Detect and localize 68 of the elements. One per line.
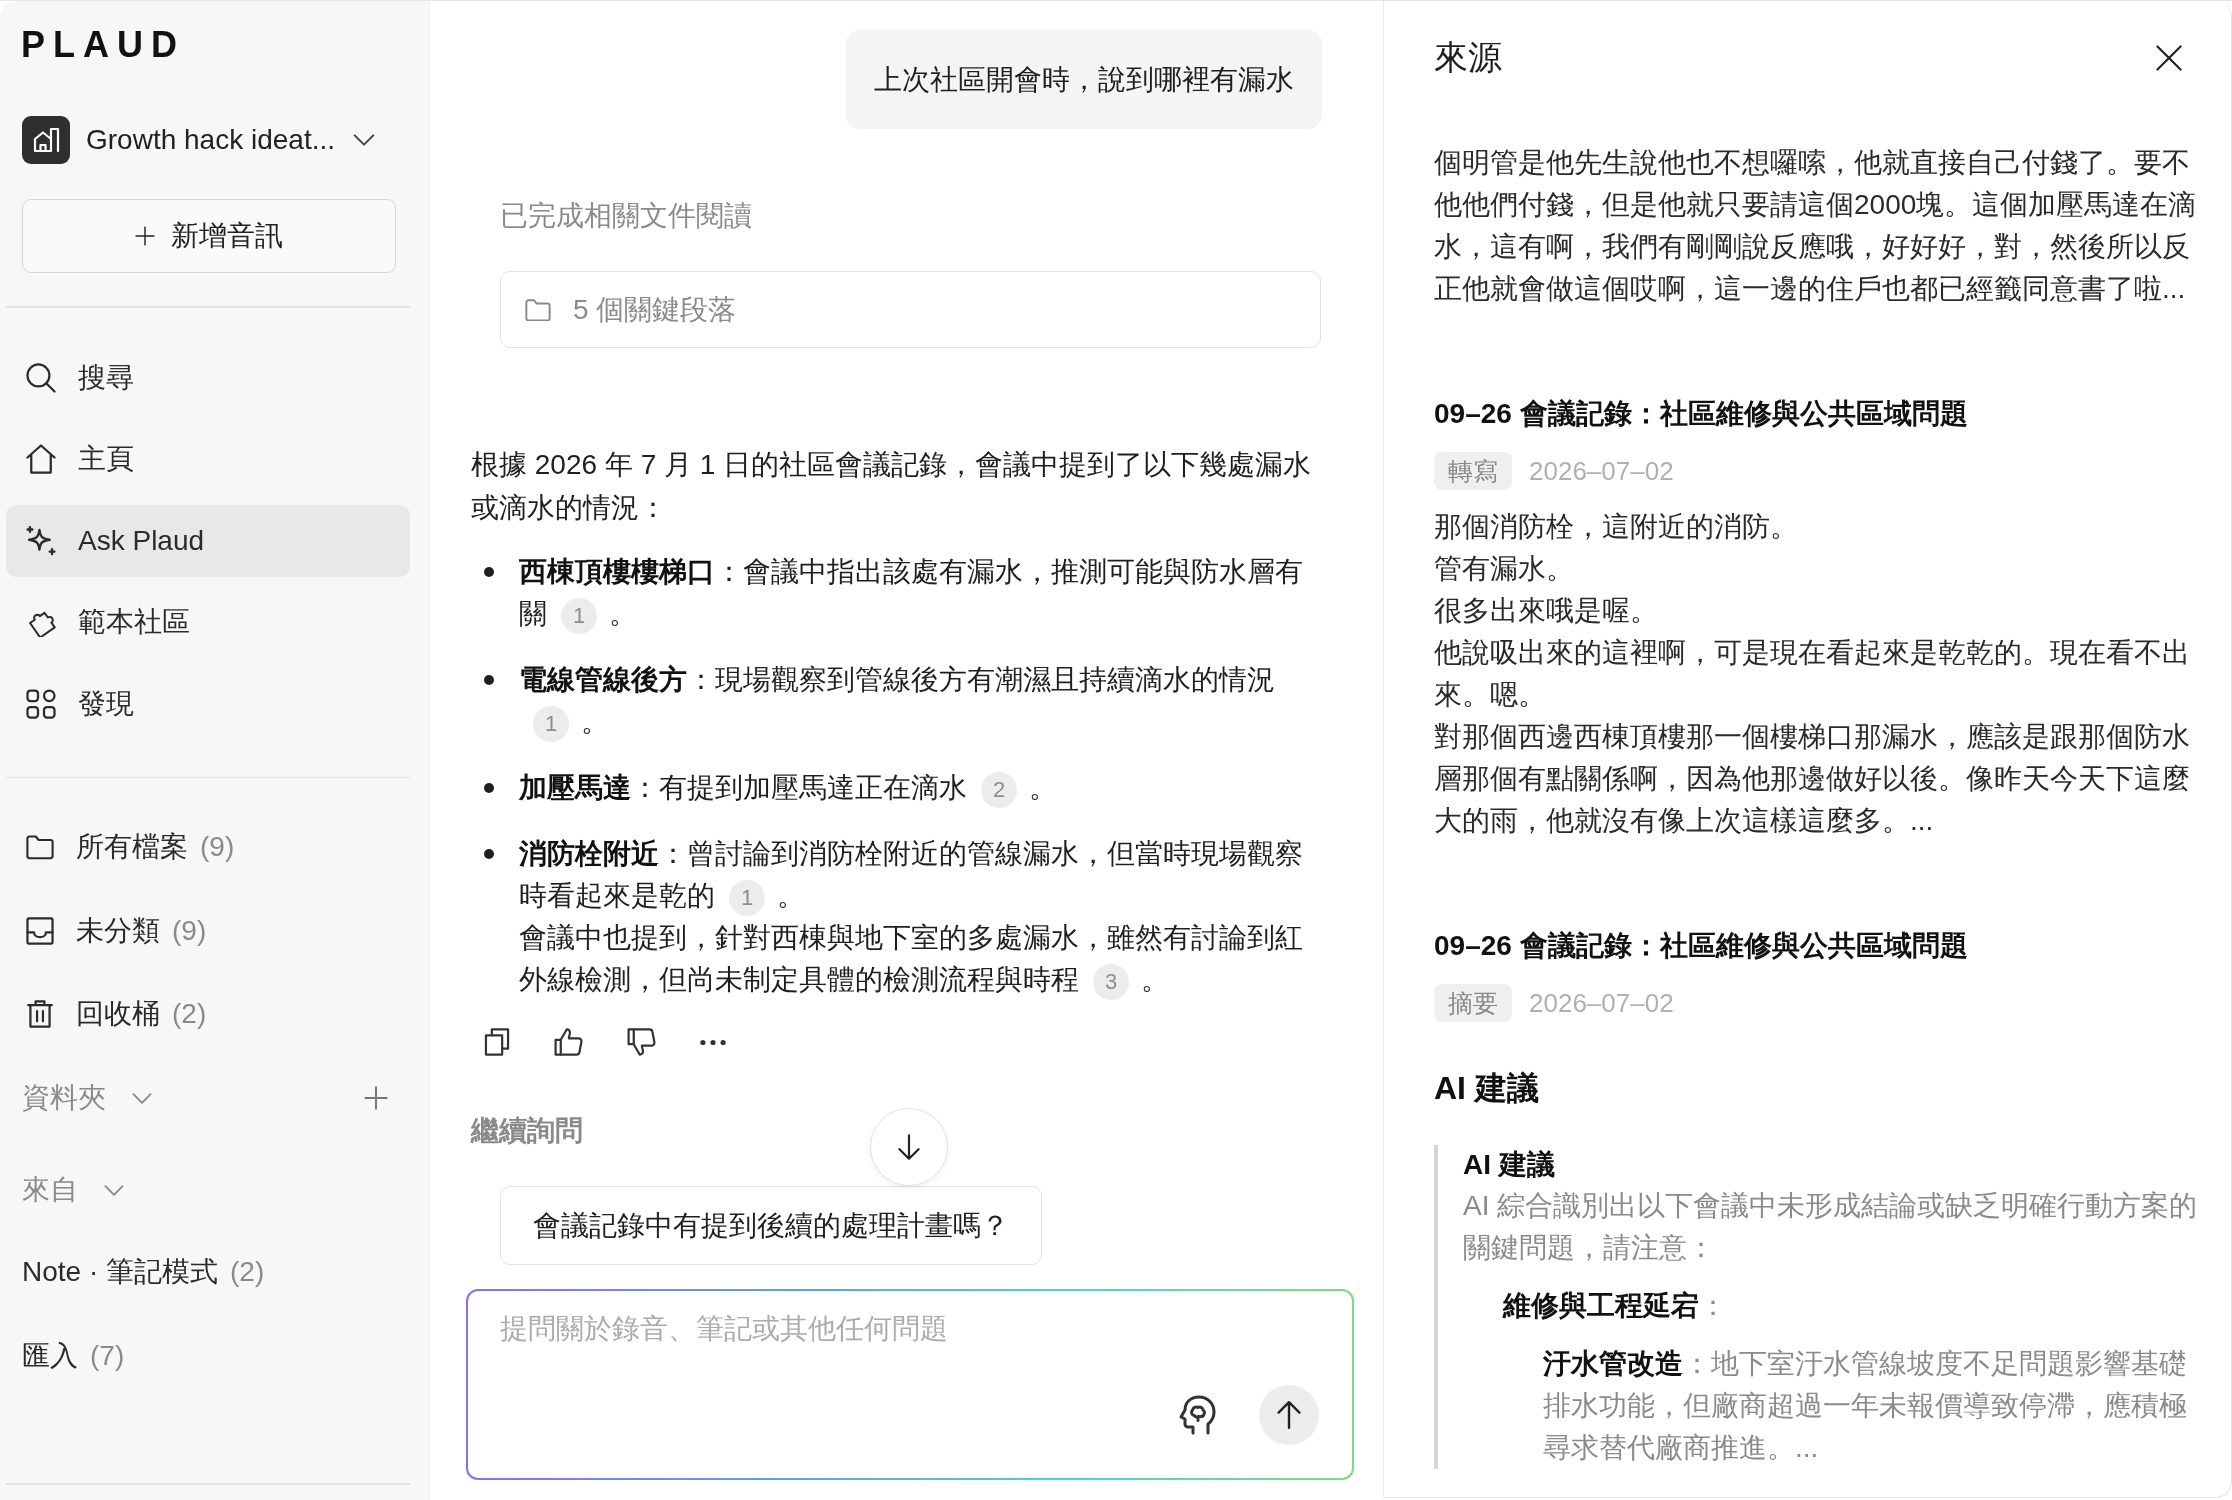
workspace-icon [22, 116, 70, 164]
arrow-down-icon [898, 1133, 920, 1161]
brain-head-icon[interactable] [1178, 1395, 1216, 1435]
answer-text: 根據 2026 年 7 月 1 日的社區會議記錄，會議中提到了以下幾處漏水或滴水的情況： [471, 448, 1313, 525]
source-type-tag: 摘要 [1434, 984, 1512, 1022]
copy-icon[interactable] [484, 1028, 510, 1056]
nav-item[interactable]: 發現 [6, 667, 410, 740]
library-item[interactable]: 回收桶 (2) [6, 978, 410, 1050]
bullet-icon [484, 783, 494, 793]
suggestion-chip[interactable]: 會議記錄中有提到後續的處理計畫嗎？ [500, 1186, 1042, 1265]
nav-item[interactable]: 範本社區 [6, 586, 410, 658]
transcript-line: 管有漏水。 [1434, 552, 1575, 586]
outline-item: 汙水管改造：地下室汙水管線坡度不足問題影響基礎排水功能，但廠商超過一年未報價導致停滯，應積極尋求替代廠商推進。... [1543, 1347, 2188, 1465]
section-heading: AI 建議 [1434, 1069, 1540, 1108]
grid-icon [26, 688, 56, 719]
nav-item[interactable]: 主頁 [6, 423, 410, 495]
trash-icon [26, 1000, 54, 1028]
answer-text: 會議中也提到，針對西棟與地下室的多處漏水，雖然有討論到紅外線檢測，但尚未制定具體的檢測流程與時程 3 。 [519, 917, 1318, 1001]
chat-input-field[interactable]: 提問關於錄音、筆記或其他任何問題 [468, 1291, 1352, 1385]
library-item[interactable]: 未分類 (9) [6, 894, 410, 967]
thumbs-down-icon[interactable] [627, 1028, 656, 1056]
bullet-icon [484, 675, 494, 685]
source-date: 2026–07–02 [1529, 455, 1674, 487]
home-icon [26, 444, 56, 474]
source-type-tag: 轉寫 [1434, 452, 1512, 490]
user-message-bubble: 上次社區開會時，說到哪裡有漏水 [846, 30, 1322, 129]
answer-text: 加壓馬達：有提到加壓馬達正在滴水 2 。 [519, 767, 1057, 809]
outline-item: 維修與工程延宕： [1503, 1289, 1728, 1323]
quote-title: AI 建議 [1463, 1148, 1556, 1182]
transcript-text: 個明管是他先生說他也不想囉嗦，他就直接自己付錢了。要不他他們付錢，但是他就只要請這個2000塊。這個加壓馬達在滴水，這有啊，我們有剛剛說反應哦，好好好，對，然後所以反正他就會做這個哎啊，這一邊的住戶也都已經籤同意書了啦... [1434, 146, 2198, 306]
new-audio-button[interactable]: 新增音訊 [22, 199, 396, 273]
nav-item[interactable]: Ask Plaud [6, 504, 410, 577]
panel-title: 來源 [1434, 37, 1502, 78]
answer-text: 西棟頂樓樓梯口：會議中指出該處有漏水，推測可能與防水層有關 1 。 [519, 551, 1318, 635]
status-text: 已完成相關文件閱讀 [500, 199, 752, 233]
transcript-line: 他說吸出來的這裡啊，可是現在看起來是乾乾的。現在看不出來。嗯。 [1434, 636, 2191, 712]
folder-icon [26, 833, 54, 861]
answer-text: 電線管線後方：現場觀察到管線後方有潮濕且持續滴水的情況 1 。 [519, 659, 1318, 743]
workspace-dropdown[interactable]: Growth hack ideat... [86, 124, 375, 156]
source-filter-item[interactable]: Note · 筆記模式 (2) [6, 1236, 410, 1308]
search-icon [26, 362, 56, 393]
transcript-line: 那個消防栓，這附近的消防。 [1434, 510, 1799, 544]
thumbs-up-icon[interactable] [554, 1028, 583, 1056]
chevron-down-icon [132, 1092, 152, 1104]
transcript-line: 對那個西邊西棟頂樓那一個樓梯口那漏水，應該是跟那個防水層那個有點關係啊，因為他那邊做好以後。像昨天今天下這麼大的雨，他就沒有像上次這樣這麼多。... [1434, 720, 2191, 838]
section-label: 繼續詢問 [471, 1114, 583, 1148]
inbox-icon [26, 916, 54, 945]
close-icon[interactable] [2156, 45, 2182, 71]
quote-text: AI 綜合識別出以下會議中未形成結論或缺乏明確行動方案的關鍵問題，請注意： [1463, 1189, 2199, 1265]
plus-icon[interactable] [364, 1086, 388, 1110]
source-date: 2026–07–02 [1529, 987, 1674, 1019]
plus-icon [135, 226, 155, 246]
arrow-up-icon [1277, 1400, 1301, 1430]
bullet-icon [484, 849, 494, 859]
chevron-down-icon [104, 1184, 124, 1196]
sparkle-icon [26, 525, 56, 556]
chevron-down-icon [353, 134, 375, 146]
answer-text: 消防栓附近：曾討論到消防栓附近的管線漏水，但當時現場觀察時看起來是乾的 1 。 [519, 833, 1318, 917]
source-title[interactable]: 09–26 會議記錄：社區維修與公共區域問題 [1434, 926, 2201, 966]
source-filter-item[interactable]: 匯入 (7) [6, 1320, 410, 1392]
folder-icon [525, 298, 551, 321]
bullet-icon [484, 567, 494, 577]
logo-text: PLAUD [21, 26, 185, 63]
nav-item[interactable]: 搜尋 [6, 341, 410, 414]
source-title[interactable]: 09–26 會議記錄：社區維修與公共區域問題 [1434, 394, 2201, 434]
library-item[interactable]: 所有檔案 (9) [6, 811, 410, 883]
transcript-line: 很多出來哦是喔。 [1434, 594, 1659, 628]
more-icon[interactable] [700, 1038, 726, 1046]
